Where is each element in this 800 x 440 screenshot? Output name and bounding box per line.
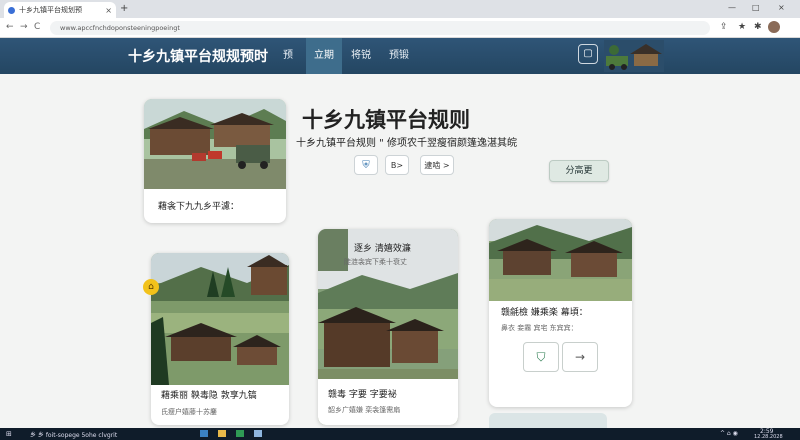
card-4-image xyxy=(489,219,632,301)
nav-item-3[interactable]: 将锐 xyxy=(346,38,376,74)
url-field[interactable]: www.apccfnchdoponsteeningpoeingt xyxy=(50,21,710,35)
browser-tab-strip: 十乡九镇平台规划预 × + — □ × xyxy=(0,0,800,18)
taskbar-folder-icon[interactable] xyxy=(218,430,226,437)
village-logo-icon xyxy=(604,40,664,72)
tab-title: 十乡九镇平台规划预 xyxy=(19,6,82,14)
cta-button[interactable]: 分高更 xyxy=(549,160,609,182)
page-subtitle: 十乡九镇平台规则 " 修项农千翌瘦宿颜篷逸湛其皖 xyxy=(296,138,517,149)
reload-button[interactable]: C xyxy=(34,22,40,32)
site-header: 十乡九镇平台规规预时 预 立期 将锐 预锻 ▢ xyxy=(0,38,800,74)
card-4-subtitle: 鼻衣 妾霧 宾宅 东宾宾： xyxy=(501,324,578,332)
new-tab-button[interactable]: + xyxy=(120,3,128,14)
card-3-subtitle: 陡涟衾宾下柔十衰丈 xyxy=(344,258,407,266)
arrow-action-button[interactable]: → xyxy=(562,342,598,372)
nav-item-2[interactable]: 立期 xyxy=(306,38,342,74)
card-3[interactable]: 逐乡 清嬉效濂 陡涟衾宾下柔十衰丈 赣毒 字要 字要祕 韶乡广嬉嫌 栾衾篷需扇 xyxy=(318,229,458,425)
taskbar-app2-icon[interactable] xyxy=(254,430,262,437)
back-button[interactable]: ← xyxy=(6,22,14,32)
card-3-footer: 赣毒 字要 字要祕 韶乡广嬉嫌 栾衾篷需扇 xyxy=(318,379,458,425)
taskbar-date: 12.28.2028 xyxy=(754,434,783,440)
windows-start-icon[interactable]: ⊞ xyxy=(6,430,12,438)
card-1-title: 藉衾下九九乡平濾： xyxy=(158,202,240,212)
card-2-image xyxy=(151,253,289,385)
nav-item-4[interactable]: 预锻 xyxy=(384,38,414,74)
maximize-button[interactable]: □ xyxy=(752,3,760,12)
browser-tab[interactable]: 十乡九镇平台规划预 × xyxy=(4,2,116,18)
pill-shield[interactable]: ⛨ xyxy=(354,155,378,175)
card-1[interactable]: 藉衾下九九乡平濾： xyxy=(144,99,286,223)
minimize-button[interactable]: — xyxy=(728,3,736,12)
header-icon-button[interactable]: ▢ xyxy=(578,44,598,64)
pill-more[interactable]: 逮啮 > xyxy=(420,155,454,175)
taskbar-app-icon[interactable] xyxy=(200,430,208,437)
extensions-icon[interactable]: ✱ xyxy=(754,22,762,32)
home-badge[interactable]: ⌂ xyxy=(143,279,159,295)
profile-avatar[interactable] xyxy=(768,21,780,33)
shield-icon: ⛉ xyxy=(536,350,546,364)
card-3-footer-title: 赣毒 字要 字要祕 xyxy=(328,390,397,400)
favicon-icon xyxy=(8,6,15,14)
card-3-footer-subtitle: 韶乡广嬉嫌 栾衾篷需扇 xyxy=(328,406,401,414)
forward-button[interactable]: → xyxy=(20,22,28,32)
card-4[interactable]: 赣毹檢 嫌乘楽 幕頃： 鼻衣 妾霧 宾宅 东宾宾： xyxy=(489,219,632,407)
card-1-image xyxy=(144,99,286,189)
pill-b[interactable]: B> xyxy=(385,155,409,175)
card-2-subtitle: 氏瘦户嬉藤十苏鏖 xyxy=(161,408,217,416)
share-icon[interactable]: ⇪ xyxy=(720,22,728,32)
site-brand[interactable]: 十乡九镇平台规规预时 xyxy=(128,46,268,66)
card-2[interactable]: 藉乘丽 鞅毒隐 敦享九镐 氏瘦户嬉藤十苏鏖 xyxy=(151,253,289,425)
shield-action-button[interactable]: ⛉ xyxy=(523,342,559,372)
card-4-title: 赣毹檢 嫌乘楽 幕頃： xyxy=(501,308,588,318)
card-2-title: 藉乘丽 鞅毒隐 敦享九镐 xyxy=(161,391,257,401)
os-taskbar: ⊞ 乡 乡 foit-sopege 5ohe clvgrit ^ ⌂ ◉ 2:5… xyxy=(0,428,800,440)
star-icon[interactable]: ★ xyxy=(738,22,746,32)
tray-icons[interactable]: ^ ⌂ ◉ xyxy=(720,430,738,437)
arrow-right-icon: → xyxy=(574,350,586,364)
shield-icon: ⛨ xyxy=(362,159,370,171)
nav-item-1[interactable]: 预 xyxy=(278,38,298,74)
tab-close-button[interactable]: × xyxy=(102,6,112,15)
taskbar-browser-icon[interactable] xyxy=(236,430,244,437)
card-3-title: 逐乡 清嬉效濂 xyxy=(354,244,411,254)
close-window-button[interactable]: × xyxy=(778,3,785,12)
page-title: 十乡九镇平台规则 xyxy=(302,108,470,132)
address-bar-row: ← → C www.apccfnchdoponsteeningpoeingt ⇪… xyxy=(0,18,800,38)
card-5-peek[interactable] xyxy=(489,413,607,428)
taskbar-search[interactable]: 乡 乡 foit-sopege 5ohe clvgrit xyxy=(30,430,117,439)
